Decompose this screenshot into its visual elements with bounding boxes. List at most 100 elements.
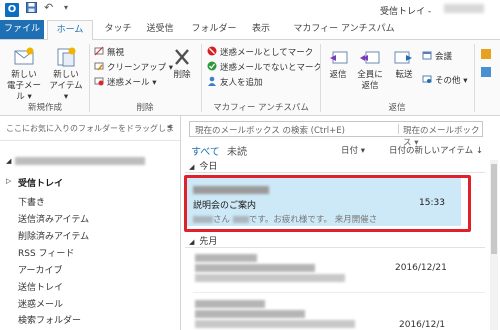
reply-label: 返信 — [329, 70, 347, 80]
account-header[interactable]: ◢ — [6, 156, 146, 166]
title-bar: O ↶ ▾ 受信トレイ - — [0, 0, 500, 20]
tab-folder[interactable]: フォルダー — [188, 20, 240, 39]
mark-not-junk-button[interactable]: 迷惑メールでないとマーク — [207, 61, 322, 73]
tab-home[interactable]: ホーム — [47, 20, 93, 41]
ribbon-divider — [89, 44, 90, 112]
reply-all-button[interactable]: 全員に 返信 — [354, 46, 386, 92]
outlook-icon[interactable]: O — [5, 3, 19, 17]
forward-button[interactable]: 転送 — [390, 46, 418, 81]
window-title: 受信トレイ - — [380, 7, 432, 17]
folder-rss[interactable]: RSS フィード — [18, 246, 74, 259]
save-icon[interactable] — [26, 2, 37, 16]
folder-archive[interactable]: アーカイブ — [18, 263, 62, 276]
mark-junk-label: 迷惑メールとしてマーク — [220, 48, 314, 58]
sender-redacted — [195, 300, 265, 308]
tab-touch[interactable]: タッチ — [100, 20, 136, 39]
group-label-last-month: 先月 — [199, 237, 218, 247]
message-divider — [193, 292, 485, 293]
quick-steps-partial[interactable] — [480, 48, 500, 60]
group-header-last-month[interactable]: ◢ 先月 — [189, 234, 217, 247]
cleanup-icon — [94, 61, 104, 71]
folder-junk[interactable]: 迷惑メール — [18, 297, 63, 310]
mark-not-junk-label: 迷惑メールでないとマーク — [220, 63, 323, 73]
filter-unread[interactable]: 未読 — [227, 143, 247, 158]
search-input[interactable]: 現在のメールボックス の検索 (Ctrl+E) 現在のメールボックス ▾ — [189, 121, 483, 148]
folder-inbox[interactable]: 受信トレイ — [18, 176, 63, 189]
meeting-button[interactable]: 会議 — [422, 50, 452, 62]
quick-steps-partial-2[interactable] — [480, 66, 500, 78]
meeting-label: 会議 — [435, 52, 453, 62]
search-placeholder: 現在のメールボックス の検索 (Ctrl+E) — [195, 126, 345, 136]
filter-all[interactable]: すべて — [191, 143, 220, 158]
new-email-label-2: 電子メール ▾ — [6, 81, 41, 102]
group-label-respond: 返信 — [388, 103, 406, 113]
delete-button[interactable]: 削除 — [168, 46, 196, 81]
cleanup-button[interactable]: クリーンアップ ▾ — [94, 61, 173, 73]
add-friend-button[interactable]: 友人を追加 — [207, 76, 263, 88]
new-items-label-2: アイテム ▾ — [49, 81, 83, 102]
junk-button[interactable]: 迷惑メール ▾ — [94, 76, 156, 88]
group-header-today[interactable]: ◢ 今日 — [189, 159, 217, 172]
folder-sent[interactable]: 送信済みアイテム — [18, 212, 89, 225]
meeting-icon — [422, 50, 432, 60]
account-expand-icon[interactable]: ◢ — [6, 157, 11, 165]
message-row[interactable]: 2016/12/21 — [185, 250, 485, 284]
group-label-mcafee: マカフィー アンチスパム — [213, 103, 309, 113]
favorites-divider — [0, 140, 180, 141]
group-label-new: 新規作成 — [27, 103, 62, 113]
folder-deleted[interactable]: 削除済みアイテム — [18, 229, 89, 242]
folder-search[interactable]: 検索フォルダー — [18, 313, 81, 326]
undo-icon[interactable]: ↶ — [44, 1, 53, 14]
new-email-icon — [14, 47, 34, 65]
message-row[interactable]: 2016/12/1 — [185, 296, 485, 330]
quick-steps-icon — [481, 49, 491, 59]
group-label-today: 今日 — [199, 162, 218, 172]
new-email-label-1: 新しい — [11, 70, 37, 80]
folder-drafts[interactable]: 下書き — [18, 195, 45, 208]
ignore-button[interactable]: 無視 — [94, 46, 124, 58]
delete-label: 削除 — [173, 70, 191, 80]
group-label-delete: 削除 — [136, 103, 154, 113]
account-name — [15, 156, 146, 165]
mark-junk-icon — [207, 46, 217, 56]
reply-all-label-1: 全員に — [357, 70, 383, 80]
more-respond-button[interactable]: その他 ▾ — [422, 74, 467, 86]
forward-icon — [394, 51, 412, 64]
ribbon-tabs: ファイル ホーム タッチ 送受信 フォルダー 表示 マカフィー アンチスパム — [0, 20, 500, 41]
quick-steps-icon-2 — [481, 67, 491, 77]
tab-send-receive[interactable]: 送受信 — [140, 20, 180, 39]
new-items-icon — [57, 47, 76, 67]
window-title-account — [444, 4, 484, 13]
reply-all-label-2: 返信 — [361, 81, 379, 91]
mark-not-junk-icon — [207, 61, 217, 71]
mark-junk-button[interactable]: 迷惑メールとしてマーク — [207, 46, 313, 58]
reply-button[interactable]: 返信 — [324, 46, 352, 81]
message-list: 現在のメールボックス の検索 (Ctrl+E) 現在のメールボックス ▾ すべて… — [181, 116, 500, 330]
inbox-expand-icon[interactable]: ▷ — [6, 177, 11, 185]
group-divider — [185, 247, 485, 248]
new-items-button[interactable]: 新しい アイテム ▾ — [46, 46, 86, 103]
sort-by-dropdown[interactable]: 日付 ▾ — [341, 144, 365, 156]
scroll-thumb[interactable] — [491, 164, 497, 254]
customize-toolbar-icon[interactable]: ▾ — [64, 3, 68, 12]
tab-view[interactable]: 表示 — [246, 20, 276, 39]
reply-all-icon — [360, 51, 380, 64]
more-respond-label: その他 ▾ — [435, 76, 468, 86]
new-items-label-1: 新しい — [53, 70, 79, 80]
ignore-label: 無視 — [107, 48, 125, 58]
collapse-pane-icon[interactable]: ◂ — [167, 122, 172, 132]
tab-file[interactable]: ファイル — [0, 20, 44, 39]
tab-mcafee[interactable]: マカフィー アンチスパム — [284, 20, 404, 39]
new-email-button[interactable]: 新しい 電子メール ▾ — [4, 46, 44, 103]
message-date: 2016/12/1 — [399, 320, 446, 330]
ribbon-divider — [474, 44, 475, 112]
preview-redacted — [195, 320, 355, 328]
message-list-scrollbar[interactable] — [490, 160, 498, 330]
sort-order-toggle[interactable]: 日付の新しいアイテム ↓ — [389, 144, 483, 156]
group-collapse-icon[interactable]: ◢ — [189, 163, 194, 171]
ribbon-divider — [320, 44, 321, 112]
group-collapse-icon[interactable]: ◢ — [189, 238, 194, 246]
folder-outbox[interactable]: 送信トレイ — [18, 280, 63, 293]
search-divider — [398, 124, 399, 134]
preview-redacted — [195, 274, 345, 282]
